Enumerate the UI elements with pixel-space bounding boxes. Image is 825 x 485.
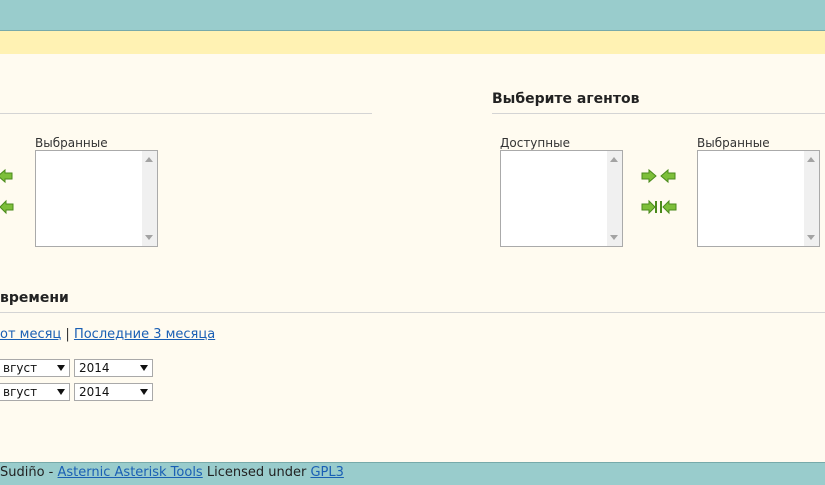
scroll-down-icon[interactable] — [145, 235, 153, 240]
chevron-down-icon — [57, 389, 65, 395]
notice-bar — [0, 31, 825, 54]
queues-remove-arrow-icon[interactable] — [0, 168, 14, 184]
agents-add-all-arrow-icon[interactable] — [640, 199, 658, 215]
scrollbar[interactable] — [804, 151, 819, 246]
agents-available-listbox[interactable] — [500, 150, 623, 247]
queues-selected-listbox[interactable] — [35, 150, 158, 247]
scrollbar[interactable] — [142, 151, 157, 246]
agents-remove-all-arrow-icon[interactable] — [659, 199, 677, 215]
quick-link-separator: | — [65, 327, 70, 342]
agents-selected-listbox[interactable] — [697, 150, 820, 247]
chevron-down-icon — [140, 389, 148, 395]
agents-divider — [492, 113, 825, 114]
scrollbar[interactable] — [607, 151, 622, 246]
end-month-value: вгуст — [3, 385, 38, 399]
quick-link-this-month[interactable]: от месяц — [0, 327, 61, 342]
agents-section-title: Выберите агентов — [492, 91, 640, 107]
start-month-value: вгуст — [3, 361, 38, 375]
scroll-up-icon[interactable] — [807, 157, 815, 162]
agents-remove-arrow-icon[interactable] — [659, 168, 677, 184]
agents-add-arrow-icon[interactable] — [640, 168, 658, 184]
scroll-up-icon[interactable] — [610, 157, 618, 162]
chevron-down-icon — [57, 365, 65, 371]
end-year-select[interactable]: 2014 — [74, 383, 153, 401]
queues-selected-label: Выбранные — [35, 136, 108, 150]
chevron-down-icon — [140, 365, 148, 371]
queues-remove-all-arrow-icon[interactable] — [0, 199, 14, 215]
quick-link-last-3-months[interactable]: Последние 3 месяца — [74, 327, 215, 342]
footer-app-link[interactable]: Asternic Asterisk Tools — [58, 465, 203, 480]
start-year-select[interactable]: 2014 — [74, 359, 153, 377]
scroll-up-icon[interactable] — [145, 157, 153, 162]
time-divider — [0, 312, 825, 313]
start-year-value: 2014 — [79, 361, 110, 375]
footer-licensed-text: Licensed under — [206, 465, 307, 480]
queues-divider — [0, 113, 372, 114]
scroll-down-icon[interactable] — [807, 235, 815, 240]
agents-selected-label: Выбранные — [697, 136, 770, 150]
end-month-select[interactable]: вгуст — [0, 383, 70, 401]
quick-range-links: от месяц | Последние 3 месяца — [0, 327, 215, 342]
footer: Sudiño - Asternic Asterisk Tools License… — [0, 462, 825, 485]
end-year-value: 2014 — [79, 385, 110, 399]
time-section-title: времени — [0, 290, 69, 306]
footer-author: Sudiño - — [0, 465, 54, 480]
agents-available-label: Доступные — [500, 136, 570, 150]
scroll-down-icon[interactable] — [610, 235, 618, 240]
start-month-select[interactable]: вгуст — [0, 359, 70, 377]
footer-license-link[interactable]: GPL3 — [310, 465, 343, 480]
top-header-bar — [0, 0, 825, 31]
